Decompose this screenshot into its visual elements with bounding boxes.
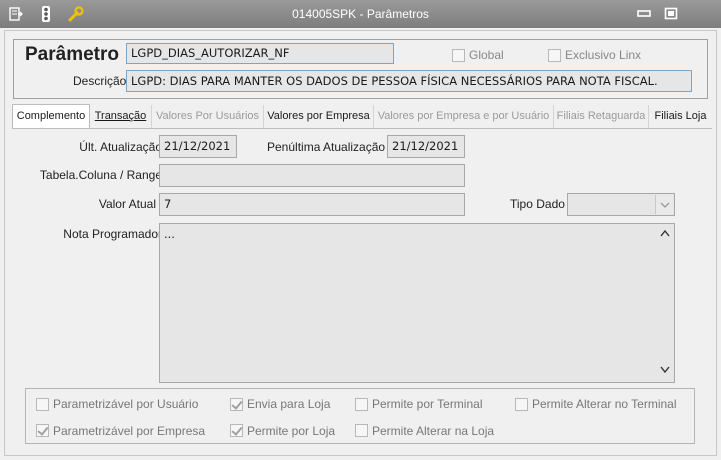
global-checkbox[interactable] [452,49,465,62]
tab-complemento[interactable]: Complemento [12,104,90,129]
permite-alterar-no-terminal-checkbox[interactable] [515,398,528,411]
tab-valores-por-usuarios[interactable]: Valores Por Usuários [152,105,264,129]
exclusivo-linx-label: Exclusivo Linx [565,48,642,62]
envia-para-loja-label: Envia para Loja [247,397,331,411]
tab-strip: Complemento Transação Valores Por Usuári… [12,104,712,129]
valor-atual-label: Valor Atual [98,197,156,211]
nota-programador-textarea[interactable]: ... [159,223,675,383]
tab-filiais-loja[interactable]: Filiais Loja [649,105,712,129]
permite-por-terminal-label: Permite por Terminal [372,397,483,411]
tab-valores-por-empresa-e-usuario[interactable]: Valores por Empresa e por Usuário [374,105,554,129]
chevron-down-icon[interactable] [655,195,673,214]
tab-filiais-retaguarda[interactable]: Filiais Retaguarda [554,105,649,129]
main-frame: Parâmetro LGPD_DIAS_AUTORIZAR_NF Global … [4,30,717,456]
options-box: Parametrizável por Usuário Envia para Lo… [25,388,695,444]
maximize-button[interactable] [664,7,678,20]
envia-para-loja-checkbox[interactable] [230,398,243,411]
tipo-dado-label: Tipo Dado [510,197,565,211]
tipo-dado-select[interactable] [567,193,675,216]
param-name-field[interactable]: LGPD_DIAS_AUTORIZAR_NF [126,43,394,64]
penultima-atualizacao-label: Penúltima Atualização [267,140,386,154]
permite-alterar-no-terminal-label: Permite Alterar no Terminal [532,397,677,411]
parametrizavel-por-empresa-label: Parametrizável por Empresa [53,424,206,438]
tabela-coluna-range-field[interactable] [159,164,465,187]
scroll-down-icon[interactable] [660,366,670,376]
descricao-field[interactable]: LGPD: DIAS PARA MANTER OS DADOS DE PESSO… [126,70,692,92]
tabela-coluna-range-label: Tabela.Coluna / Range [39,168,162,182]
param-label: Parâmetro [25,44,119,65]
parametrizavel-por-usuario-checkbox[interactable] [36,398,49,411]
parametrizavel-por-empresa-checkbox[interactable] [36,424,49,437]
minimize-button[interactable] [637,7,651,20]
scroll-up-icon[interactable] [660,229,670,240]
permite-por-loja-checkbox[interactable] [230,424,243,437]
global-label: Global [469,48,504,62]
descricao-label: Descrição [73,74,127,88]
parametrizavel-por-usuario-label: Parametrizável por Usuário [53,397,199,411]
window-title: 014005SPK - Parâmetros [292,7,429,21]
permite-alterar-na-loja-label: Permite Alterar na Loja [372,424,495,438]
tab-transacao[interactable]: Transação [90,105,152,129]
tab-valores-por-empresa[interactable]: Valores por Empresa [264,105,374,129]
title-bar: 014005SPK - Parâmetros [0,0,721,28]
ult-atualizacao-field[interactable]: 21/12/2021 [159,135,237,158]
valor-atual-field[interactable]: 7 [159,193,465,216]
parameter-header: Parâmetro LGPD_DIAS_AUTORIZAR_NF Global … [13,39,708,99]
penultima-atualizacao-field[interactable]: 21/12/2021 [387,135,465,158]
permite-por-terminal-checkbox[interactable] [355,398,368,411]
nota-programador-value: ... [164,227,175,241]
ult-atualizacao-label: Últ. Atualização [79,140,162,154]
exclusivo-linx-checkbox[interactable] [548,49,561,62]
permite-por-loja-label: Permite por Loja [247,424,336,438]
nota-programador-label: Nota Programador [63,227,162,241]
permite-alterar-na-loja-checkbox[interactable] [355,424,368,437]
